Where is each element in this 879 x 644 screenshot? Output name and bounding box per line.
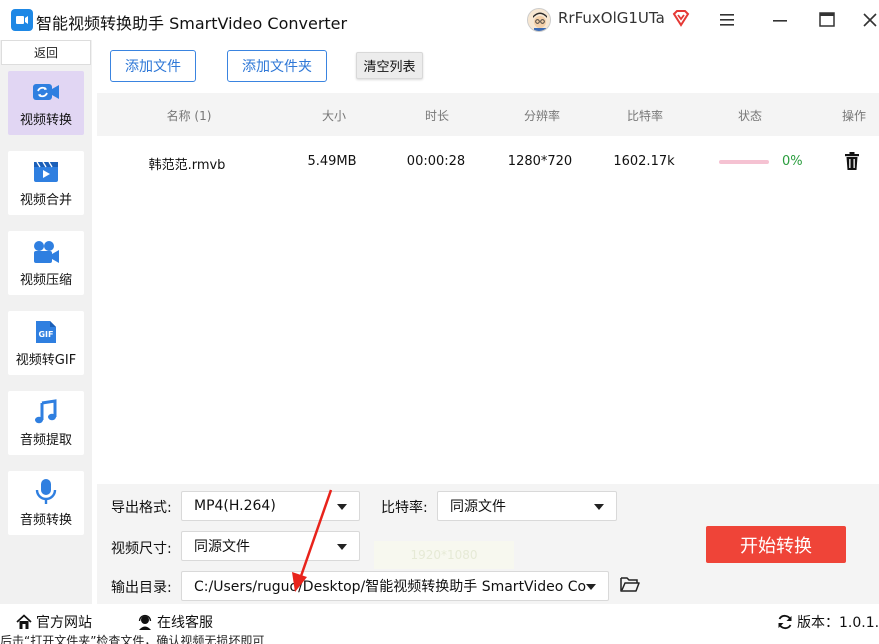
- online-support-link[interactable]: 在线客服: [137, 612, 213, 632]
- sidebar-item-video-convert[interactable]: 视频转换: [8, 71, 84, 135]
- online-support-label: 在线客服: [157, 615, 213, 631]
- sidebar-item-label: 视频压缩: [19, 273, 72, 288]
- output-dir-select[interactable]: C:/Users/ruguo/Desktop/智能视频转换助手 SmartVid…: [181, 571, 609, 601]
- custom-resolution-field: 1920*1080: [374, 541, 514, 569]
- video-size-select[interactable]: 同源文件: [181, 531, 360, 561]
- version-info[interactable]: 版本：1.0.1.0: [777, 612, 879, 632]
- progress-percent: 0%: [782, 154, 803, 169]
- add-folder-button[interactable]: 添加文件夹: [227, 50, 327, 82]
- sidebar-item-label: 视频转GIF: [15, 353, 77, 368]
- chevron-down-icon: [586, 584, 596, 590]
- avatar[interactable]: [527, 8, 551, 32]
- clear-list-button[interactable]: 清空列表: [356, 52, 423, 79]
- column-header-name[interactable]: 名称 (1): [167, 107, 212, 124]
- app-window: 智能视频转换助手 SmartVideo Converter RrFuxOlG1U…: [0, 0, 879, 644]
- format-value: MP4(H.264): [194, 498, 276, 514]
- svg-text:GIF: GIF: [38, 330, 53, 339]
- settings-panel: 导出格式: MP4(H.264) 比特率: 同源文件 视频尺寸: 同源文件 19…: [97, 484, 879, 604]
- chevron-down-icon: [337, 544, 347, 550]
- maximize-icon[interactable]: [815, 8, 839, 32]
- official-website-link[interactable]: 官方网站: [16, 612, 92, 632]
- version-label: 版本：1.0.1.0: [797, 615, 879, 631]
- format-label: 导出格式:: [111, 500, 172, 516]
- sidebar-item-video-gif[interactable]: GIF 视频转GIF: [8, 311, 84, 375]
- sidebar-item-label: 视频合并: [19, 193, 72, 208]
- bitrate-select[interactable]: 同源文件: [437, 491, 617, 521]
- microphone-icon: [31, 478, 61, 506]
- footer: 官方网站 在线客服 版本：1.0.1.0 后击“打开文件夹”检查文件，确认视频无…: [0, 604, 879, 644]
- home-icon: [16, 614, 32, 629]
- output-dir-value: C:/Users/ruguo/Desktop/智能视频转换助手 SmartVid…: [194, 579, 587, 595]
- column-header-status: 状态: [737, 109, 763, 123]
- app-title: 智能视频转换助手 SmartVideo Converter: [36, 14, 348, 33]
- sidebar-item-video-compress[interactable]: 视频压缩: [8, 231, 84, 295]
- progress-bar: [719, 160, 769, 164]
- start-convert-button[interactable]: 开始转换: [706, 526, 846, 563]
- folder-open-icon[interactable]: [620, 575, 640, 593]
- minimize-icon[interactable]: [768, 8, 792, 32]
- refresh-icon: [778, 614, 792, 630]
- chevron-down-icon: [594, 504, 604, 510]
- column-header-action: 操作: [841, 109, 867, 123]
- menu-icon[interactable]: [718, 11, 736, 29]
- bitrate-value: 同源文件: [450, 499, 506, 515]
- trash-icon[interactable]: [844, 152, 860, 170]
- close-icon[interactable]: [858, 8, 879, 32]
- column-header-size[interactable]: 大小: [322, 107, 346, 124]
- column-header-resolution[interactable]: 分辨率: [524, 107, 560, 124]
- sidebar: 返回 视频转换 视频合并 视频压缩 GIF 视频转GIF 音频提取 音频转换: [0, 40, 92, 604]
- user-name[interactable]: RrFuxOlG1UTa: [558, 9, 665, 27]
- app-logo-icon: [11, 9, 33, 31]
- video-compress-icon: [31, 238, 61, 266]
- sidebar-item-label: 视频转换: [19, 113, 72, 128]
- add-file-button[interactable]: 添加文件: [110, 50, 196, 82]
- video-merge-icon: [31, 158, 61, 186]
- output-dir-label: 输出目录:: [111, 580, 172, 596]
- sidebar-item-label: 音频提取: [19, 433, 72, 448]
- music-note-icon: [31, 398, 61, 426]
- chevron-down-icon: [337, 504, 347, 510]
- official-website-label: 官方网站: [36, 615, 92, 631]
- sidebar-item-video-merge[interactable]: 视频合并: [8, 151, 84, 215]
- hint-text: 后击“打开文件夹”检查文件，确认视频无损坏即可: [0, 634, 265, 644]
- video-convert-icon: [31, 78, 61, 106]
- sidebar-item-audio-convert[interactable]: 音频转换: [8, 471, 84, 535]
- format-select[interactable]: MP4(H.264): [181, 491, 360, 521]
- title-bar: 智能视频转换助手 SmartVideo Converter RrFuxOlG1U…: [0, 0, 879, 40]
- table-header: 名称 (1) 大小 时长 分辨率 比特率 状态 操作: [97, 93, 879, 136]
- vip-diamond-icon[interactable]: [672, 9, 690, 27]
- file-bitrate: 1602.17k: [613, 154, 675, 169]
- headset-icon: [138, 614, 152, 630]
- gif-icon: GIF: [31, 318, 61, 346]
- column-header-bitrate[interactable]: 比特率: [627, 107, 663, 124]
- video-size-label: 视频尺寸:: [111, 541, 172, 557]
- file-resolution: 1280*720: [507, 154, 573, 169]
- file-name: 韩范范.rmvb: [148, 158, 226, 173]
- file-duration: 00:00:28: [406, 154, 466, 169]
- video-size-value: 同源文件: [194, 539, 250, 555]
- back-button[interactable]: 返回: [1, 40, 91, 65]
- column-header-duration[interactable]: 时长: [425, 107, 449, 124]
- sidebar-item-label: 音频转换: [19, 513, 72, 528]
- sidebar-item-audio-extract[interactable]: 音频提取: [8, 391, 84, 455]
- bitrate-label: 比特率:: [381, 500, 428, 516]
- file-size: 5.49MB: [307, 154, 357, 169]
